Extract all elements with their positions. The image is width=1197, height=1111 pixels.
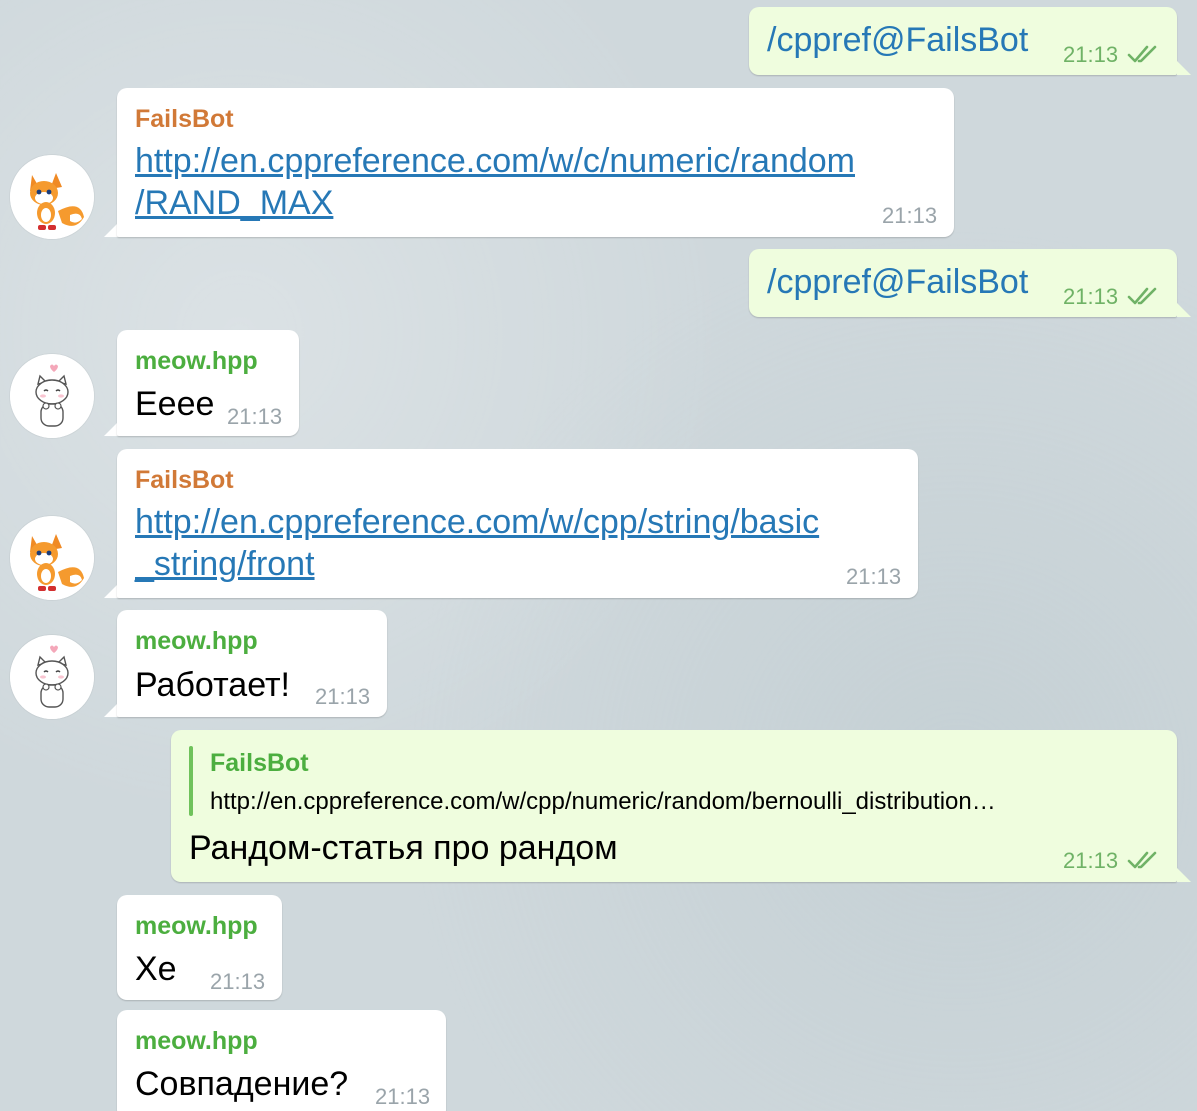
message-text: Eeee	[135, 385, 215, 423]
message-link[interactable]: http://en.cppreference.com/w/cpp/string/…	[135, 501, 819, 543]
sender-name[interactable]: meow.hpp	[135, 1027, 258, 1056]
message-time: 21:13	[882, 203, 938, 228]
cat-avatar[interactable]	[10, 635, 94, 719]
incoming-message-bubble[interactable]: meow.hpp Eeee 21:13	[117, 330, 299, 436]
read-check-icon	[1127, 287, 1157, 305]
incoming-message-bubble[interactable]: meow.hpp Совпадение? 21:13	[117, 1010, 446, 1111]
message-link-continued[interactable]: /RAND_MAX	[135, 182, 333, 224]
outgoing-message-bubble[interactable]: /cppref@FailsBot 21:13	[749, 249, 1177, 317]
message-text: Рандом-статья про рандом	[189, 829, 618, 867]
outgoing-message-bubble[interactable]: /cppref@FailsBot 21:13	[749, 7, 1177, 75]
message-link-continued[interactable]: _string/front	[135, 543, 315, 585]
message-time: 21:13	[1063, 848, 1119, 873]
sender-name[interactable]: FailsBot	[135, 466, 234, 495]
sender-name[interactable]: meow.hpp	[135, 627, 258, 656]
bubble-tail	[1177, 303, 1191, 317]
fox-avatar[interactable]	[10, 155, 94, 239]
bubble-tail	[1177, 868, 1191, 882]
reply-preview-text: http://en.cppreference.com/w/cpp/numeric…	[210, 788, 996, 815]
cat-avatar[interactable]	[10, 354, 94, 438]
message-time: 21:13	[210, 969, 266, 994]
cat-icon	[10, 354, 94, 438]
incoming-message-bubble[interactable]: FailsBot http://en.cppreference.com/w/cp…	[117, 449, 918, 598]
sender-name[interactable]: FailsBot	[135, 105, 234, 134]
chat-history[interactable]: /cppref@FailsBot 21:13 FailsBot http://e…	[0, 0, 1197, 1111]
bot-command-link[interactable]: /cppref@FailsBot	[767, 263, 1028, 302]
sender-name[interactable]: meow.hpp	[135, 912, 258, 941]
reply-quote-bar	[189, 746, 193, 816]
message-time: 21:13	[1063, 284, 1119, 309]
reply-preview[interactable]: FailsBot http://en.cppreference.com/w/cp…	[201, 744, 1161, 820]
incoming-message-bubble[interactable]: FailsBot http://en.cppreference.com/w/c/…	[117, 88, 954, 237]
message-time: 21:13	[846, 564, 902, 589]
bubble-tail	[1177, 61, 1191, 75]
message-time: 21:13	[315, 684, 371, 709]
message-time: 21:13	[375, 1084, 431, 1109]
bubble-tail	[104, 584, 118, 598]
bubble-tail	[104, 223, 118, 237]
fox-avatar[interactable]	[10, 516, 94, 600]
message-link[interactable]: http://en.cppreference.com/w/c/numeric/r…	[135, 140, 855, 182]
incoming-message-bubble[interactable]: meow.hpp Работает! 21:13	[117, 610, 387, 717]
message-text: Работает!	[135, 666, 290, 704]
message-text: Совпадение?	[135, 1065, 349, 1103]
cat-icon	[10, 635, 94, 719]
read-check-icon	[1127, 45, 1157, 63]
outgoing-reply-bubble[interactable]: FailsBot http://en.cppreference.com/w/cp…	[171, 730, 1177, 882]
fox-icon	[10, 155, 94, 239]
message-text: Xe	[135, 950, 177, 988]
message-time: 21:13	[227, 404, 283, 429]
read-check-icon	[1127, 851, 1157, 869]
reply-sender-name: FailsBot	[210, 749, 309, 777]
sender-name[interactable]: meow.hpp	[135, 347, 258, 376]
bubble-tail	[104, 703, 118, 717]
fox-icon	[10, 516, 94, 600]
bot-command-link[interactable]: /cppref@FailsBot	[767, 21, 1028, 60]
bubble-tail	[104, 422, 118, 436]
incoming-message-bubble[interactable]: meow.hpp Xe 21:13	[117, 895, 282, 1000]
message-time: 21:13	[1063, 42, 1119, 67]
